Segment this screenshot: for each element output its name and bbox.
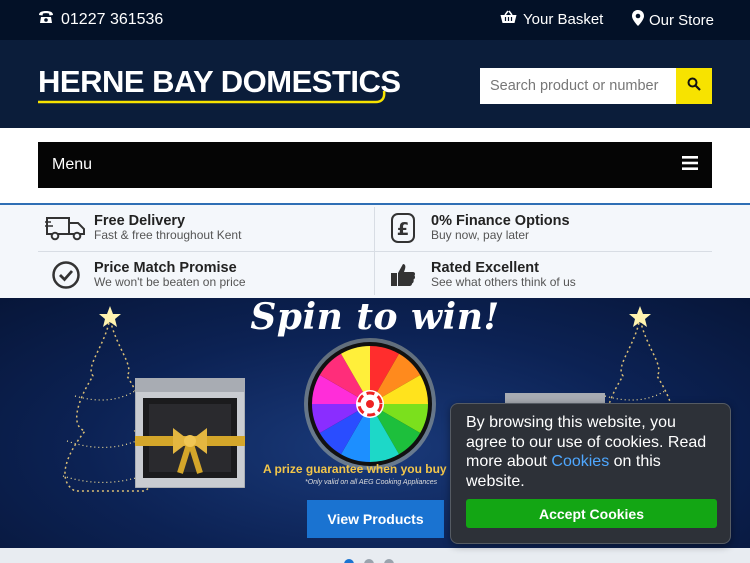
prize-wheel-icon	[304, 338, 436, 470]
thumbs-up-icon	[375, 261, 431, 289]
carousel-dot[interactable]	[364, 559, 374, 563]
header: HERNE BAY DOMESTICS	[0, 40, 750, 128]
usp-title: 0% Finance Options	[431, 213, 570, 229]
usp-finance[interactable]: £ 0% Finance Options Buy now, pay later	[375, 205, 712, 251]
prize-disclaimer: *Only valid on all AEG Cooking Appliance…	[305, 479, 438, 486]
usp-title: Price Match Promise	[94, 260, 237, 276]
usp-subtitle: See what others think of us	[431, 275, 576, 289]
usp-title: Free Delivery	[94, 213, 186, 229]
carousel-dot[interactable]	[384, 559, 394, 563]
usp-subtitle: We won't be beaten on price	[94, 275, 246, 289]
phone-icon	[38, 10, 54, 29]
phone-link[interactable]: 01227 361536	[38, 10, 163, 29]
basket-label: Your Basket	[523, 10, 604, 28]
menu-toggle[interactable]: Menu	[38, 142, 712, 188]
logo-swoosh-icon	[38, 90, 386, 104]
search-button[interactable]	[676, 68, 712, 104]
menu-label: Menu	[52, 156, 93, 173]
basket-link[interactable]: Your Basket	[500, 10, 603, 28]
usp-subtitle: Buy now, pay later	[431, 228, 530, 242]
phone-number: 01227 361536	[61, 10, 164, 28]
delivery-van-icon	[38, 213, 94, 243]
store-link[interactable]: Our Store	[632, 10, 714, 30]
check-circle-icon	[38, 260, 94, 290]
usp-free-delivery[interactable]: Free Delivery Fast & free throughout Ken…	[38, 205, 375, 251]
hamburger-icon	[682, 155, 698, 175]
prize-text: A prize guarantee when you buy	[263, 462, 447, 476]
carousel-dot[interactable]	[344, 559, 354, 563]
top-bar: 01227 361536 Your Basket Our Store	[0, 0, 750, 40]
banner-title: Spin to win!	[250, 298, 500, 338]
usp-price-match[interactable]: Price Match Promise We won't be beaten o…	[38, 252, 375, 298]
svg-text:£: £	[397, 219, 410, 240]
usp-subtitle: Fast & free throughout Kent	[94, 228, 242, 242]
carousel-strip	[0, 548, 750, 563]
map-pin-icon	[632, 10, 644, 30]
carousel-dots	[344, 559, 394, 563]
basket-icon	[500, 10, 517, 28]
site-logo[interactable]: HERNE BAY DOMESTICS	[38, 66, 401, 104]
pound-icon: £	[375, 212, 431, 244]
cookies-link[interactable]: Cookies	[551, 453, 609, 470]
cookie-message: By browsing this website, you agree to o…	[466, 413, 715, 491]
oven-image-icon	[135, 378, 245, 488]
usp-rated-excellent[interactable]: Rated Excellent See what others think of…	[375, 252, 712, 298]
cookie-banner: By browsing this website, you agree to o…	[450, 403, 731, 544]
usp-title: Rated Excellent	[431, 260, 539, 276]
accept-cookies-button[interactable]: Accept Cookies	[466, 499, 717, 528]
usp-strip: Free Delivery Fast & free throughout Ken…	[0, 203, 750, 298]
view-products-button[interactable]: View Products	[307, 500, 444, 538]
search-icon	[687, 77, 701, 96]
store-label: Our Store	[649, 11, 715, 29]
nav-wrapper: Menu	[0, 128, 750, 204]
search-form	[480, 68, 712, 104]
search-input[interactable]	[480, 68, 676, 104]
